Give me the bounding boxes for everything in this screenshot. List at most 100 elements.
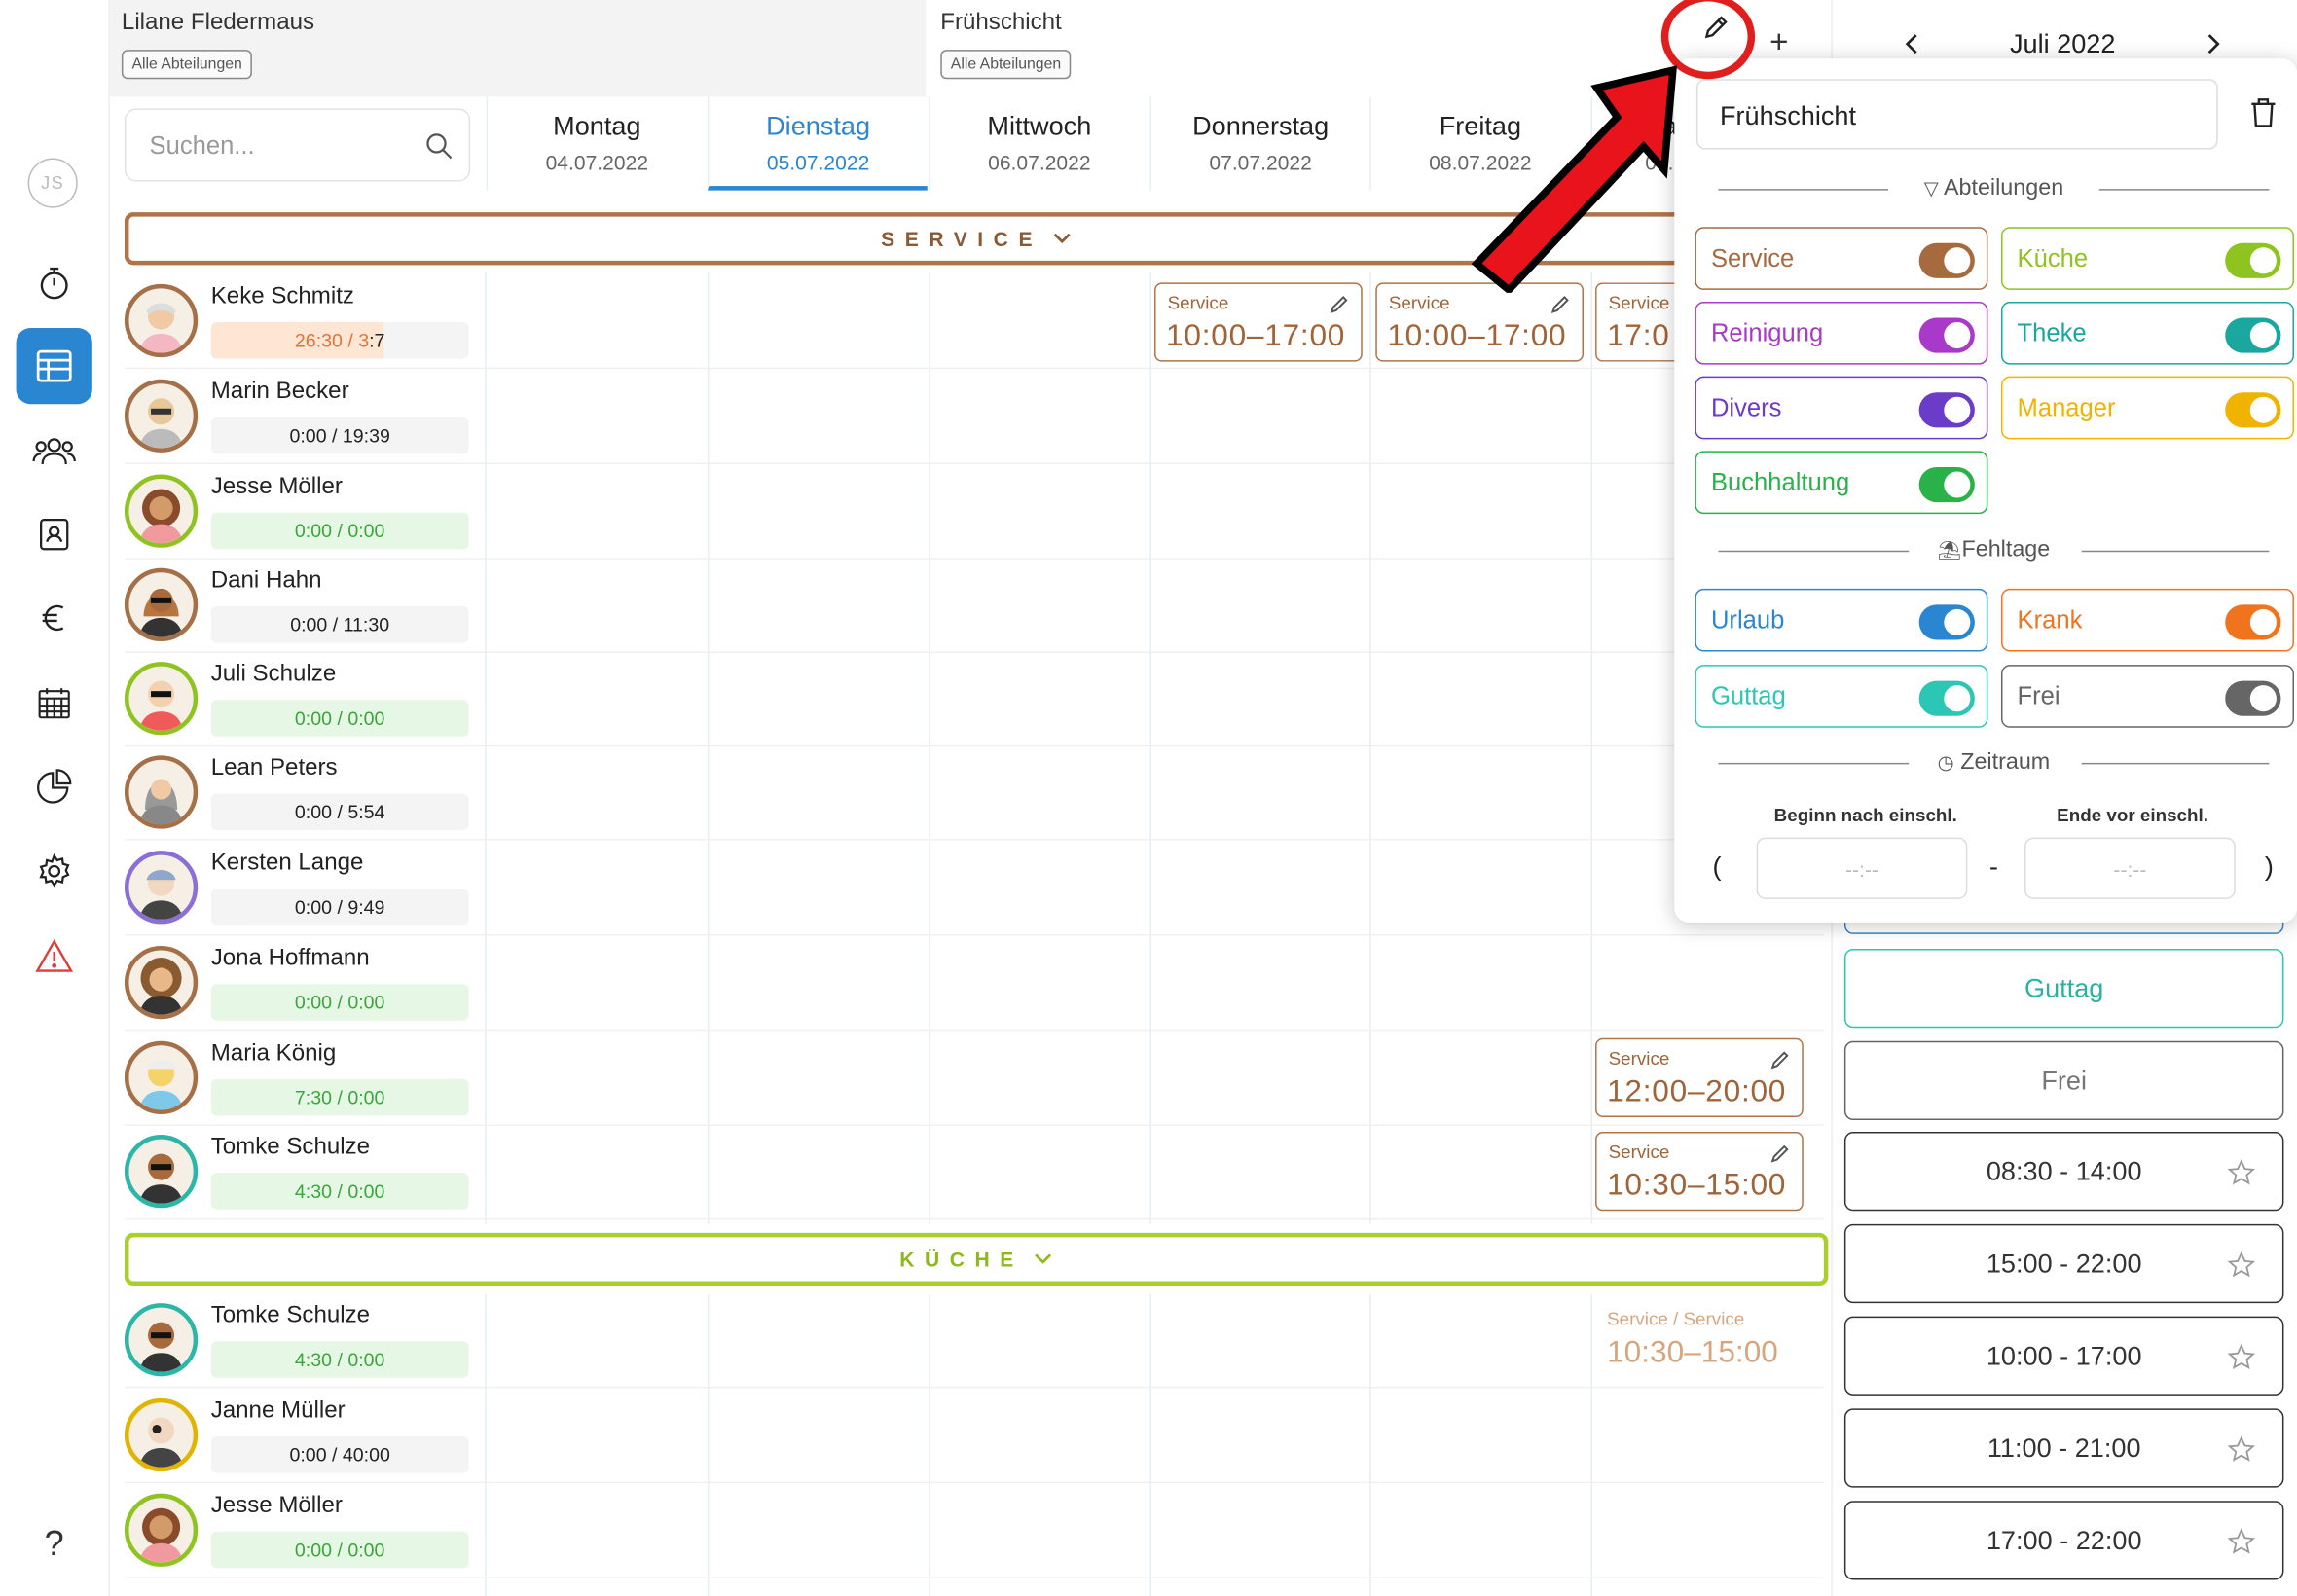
day-header-monday[interactable]: Montag 04.07.2022 [486,96,707,191]
toggle-urlaub[interactable]: Urlaub [1695,588,1988,652]
schedule-table-icon[interactable] [16,328,92,405]
ghost-shift: Service / Service 10:30–15:00 [1607,1309,1778,1369]
employee-avatar [124,1303,199,1377]
end-time-input[interactable]: --:-- [2024,837,2236,899]
hours-badge: 0:00 / 0:00 [210,984,469,1021]
employee-name: Jesse Möller [210,1493,343,1519]
day-header-thursday[interactable]: Donnerstag 07.07.2022 [1149,96,1370,191]
employee-row[interactable]: Dani Hahn 0:00 / 11:30 [124,560,1824,654]
edit-pencil-icon[interactable] [1329,294,1349,314]
toggle-reinigung[interactable]: Reinigung [1695,301,1988,365]
help-icon[interactable]: ? [26,1517,82,1573]
toggle-divers[interactable]: Divers [1695,376,1988,440]
toggle-guttag[interactable]: Guttag [1695,665,1988,728]
hours-badge: 0:00 / 11:30 [210,605,469,643]
employee-row[interactable]: Juli Schulze 0:00 / 0:00 [124,653,1824,747]
hours-badge: 0:00 / 0:00 [210,512,469,550]
shift-name-input[interactable]: Frühschicht [1695,79,2218,150]
section-abteilungen: ▽ Abteilungen [1718,176,2270,205]
section-fehltage: ⛱Fehltage [1718,537,2270,566]
pie-chart-icon[interactable] [26,758,82,814]
employee-row[interactable]: Lean Peters 0:00 / 5:54 [124,746,1824,841]
shift-card[interactable]: Service 12:00–20:00 [1595,1037,1804,1118]
gear-icon[interactable] [26,844,82,899]
employee-avatar [124,851,199,925]
employee-name: Kersten Lange [210,851,364,876]
employee-header-cell[interactable]: Lilane Fledermaus Alle Abteilungen [109,0,927,97]
shift-template-button[interactable]: 15:00 - 22:00 [1843,1223,2284,1304]
star-icon[interactable] [2227,1434,2256,1464]
section-zeitraum: ◷ Zeitraum [1718,749,2270,779]
employee-row[interactable]: Tomke Schulze 4:30 / 0:00 [124,1126,1824,1220]
group-header-kueche[interactable]: KÜCHE [124,1232,1829,1287]
shift-template-button[interactable]: 10:00 - 17:00 [1843,1316,2284,1396]
shift-template-button[interactable]: 11:00 - 21:00 [1843,1408,2284,1488]
frei-button[interactable]: Frei [1843,1040,2284,1121]
employee-row[interactable]: Marin Becker 0:00 / 19:39 [124,371,1824,464]
add-button[interactable]: + [1769,23,1788,61]
chevron-down-icon [1034,1253,1051,1264]
edit-pencil-icon[interactable] [1769,1143,1790,1164]
department-filter-chip[interactable]: Alle Abteilungen [121,50,253,80]
hours-badge: 4:30 / 0:00 [210,1341,469,1378]
employee-row[interactable]: Tomke Schulze 4:30 / 0:00 [124,1294,1824,1389]
hours-badge: 0:00 / 9:49 [210,889,469,925]
employee-row[interactable]: Jesse Möller 0:00 / 0:00 [124,465,1824,560]
employee-name: Dani Hahn [210,567,322,594]
toggle-theke[interactable]: Theke [2000,301,2294,365]
toggle-service[interactable]: Service [1695,227,1988,290]
team-icon[interactable] [26,423,82,479]
star-icon[interactable] [2227,1343,2256,1372]
employee-row[interactable]: Jesse Möller 0:00 / 0:00 [124,1485,1824,1578]
guttag-button[interactable]: Guttag [1843,948,2284,1029]
shift-template-button[interactable]: 17:00 - 22:00 [1843,1501,2284,1580]
search-input[interactable]: Suchen... [124,108,471,182]
employee-row[interactable]: Maria König 7:30 / 0:00 [124,1033,1824,1127]
toggle-krank[interactable]: Krank [2000,588,2294,652]
employee-name: Juli Schulze [210,662,337,687]
user-avatar[interactable]: JS [27,158,78,208]
edit-pencil-icon[interactable] [1769,1050,1790,1070]
hours-badge: 0:00 / 0:00 [210,1531,469,1569]
end-label: Ende vor einschl. [2057,805,2208,826]
day-header-tuesday[interactable]: Dienstag 05.07.2022 [707,96,928,191]
employee-row[interactable]: Kersten Lange 0:00 / 9:49 [124,842,1824,936]
hours-badge: 0:00 / 40:00 [210,1436,469,1473]
employee-avatar [124,1493,199,1567]
employee-avatar [124,379,199,453]
toggle-kueche[interactable]: Küche [2000,227,2294,290]
toggle-manager[interactable]: Manager [2000,376,2294,440]
chevron-right-icon[interactable] [2204,29,2224,58]
begin-time-input[interactable]: --:-- [1756,837,1968,899]
calendar-grid-icon[interactable] [26,675,82,731]
employee-row[interactable]: Jona Hoffmann 0:00 / 0:00 [124,937,1824,1032]
shift-card[interactable]: Service 17:0 [1595,282,1684,362]
star-icon[interactable] [2227,1158,2256,1187]
contact-card-icon[interactable] [26,507,82,562]
employee-row[interactable]: Janne Müller 0:00 / 40:00 [124,1390,1824,1484]
euro-icon[interactable] [26,590,82,645]
employee-name: Jesse Möller [210,474,343,500]
hours-badge: 0:00 / 19:39 [210,417,469,454]
stopwatch-icon[interactable] [26,255,82,310]
toggle-frei[interactable]: Frei [2000,665,2294,728]
toggle-buchhaltung[interactable]: Buchhaltung [1695,451,1988,515]
shift-card[interactable]: Service 10:30–15:00 [1595,1132,1804,1212]
employee-name: Janne Müller [210,1397,346,1424]
employee-name: Jona Hoffmann [210,945,370,971]
employee-avatar [124,283,199,358]
shift-department-chip[interactable]: Alle Abteilungen [940,50,1072,80]
hours-badge: 0:00 / 5:54 [210,793,469,831]
warning-icon[interactable] [26,928,82,984]
shift-card[interactable]: Service 10:00–17:00 [1375,282,1585,362]
employee-header-name: Lilane Fledermaus [121,10,315,36]
employee-avatar [124,1135,199,1209]
day-header-wednesday[interactable]: Mittwoch 06.07.2022 [929,96,1148,191]
star-icon[interactable] [2227,1251,2256,1280]
shift-template-button[interactable]: 08:30 - 14:00 [1843,1132,2284,1212]
chevron-left-icon[interactable] [1902,29,1922,58]
star-icon[interactable] [2227,1527,2256,1556]
shift-card[interactable]: Service 10:00–17:00 [1154,282,1363,362]
edit-pencil-icon[interactable] [1550,294,1570,314]
trash-icon[interactable] [2248,96,2278,128]
